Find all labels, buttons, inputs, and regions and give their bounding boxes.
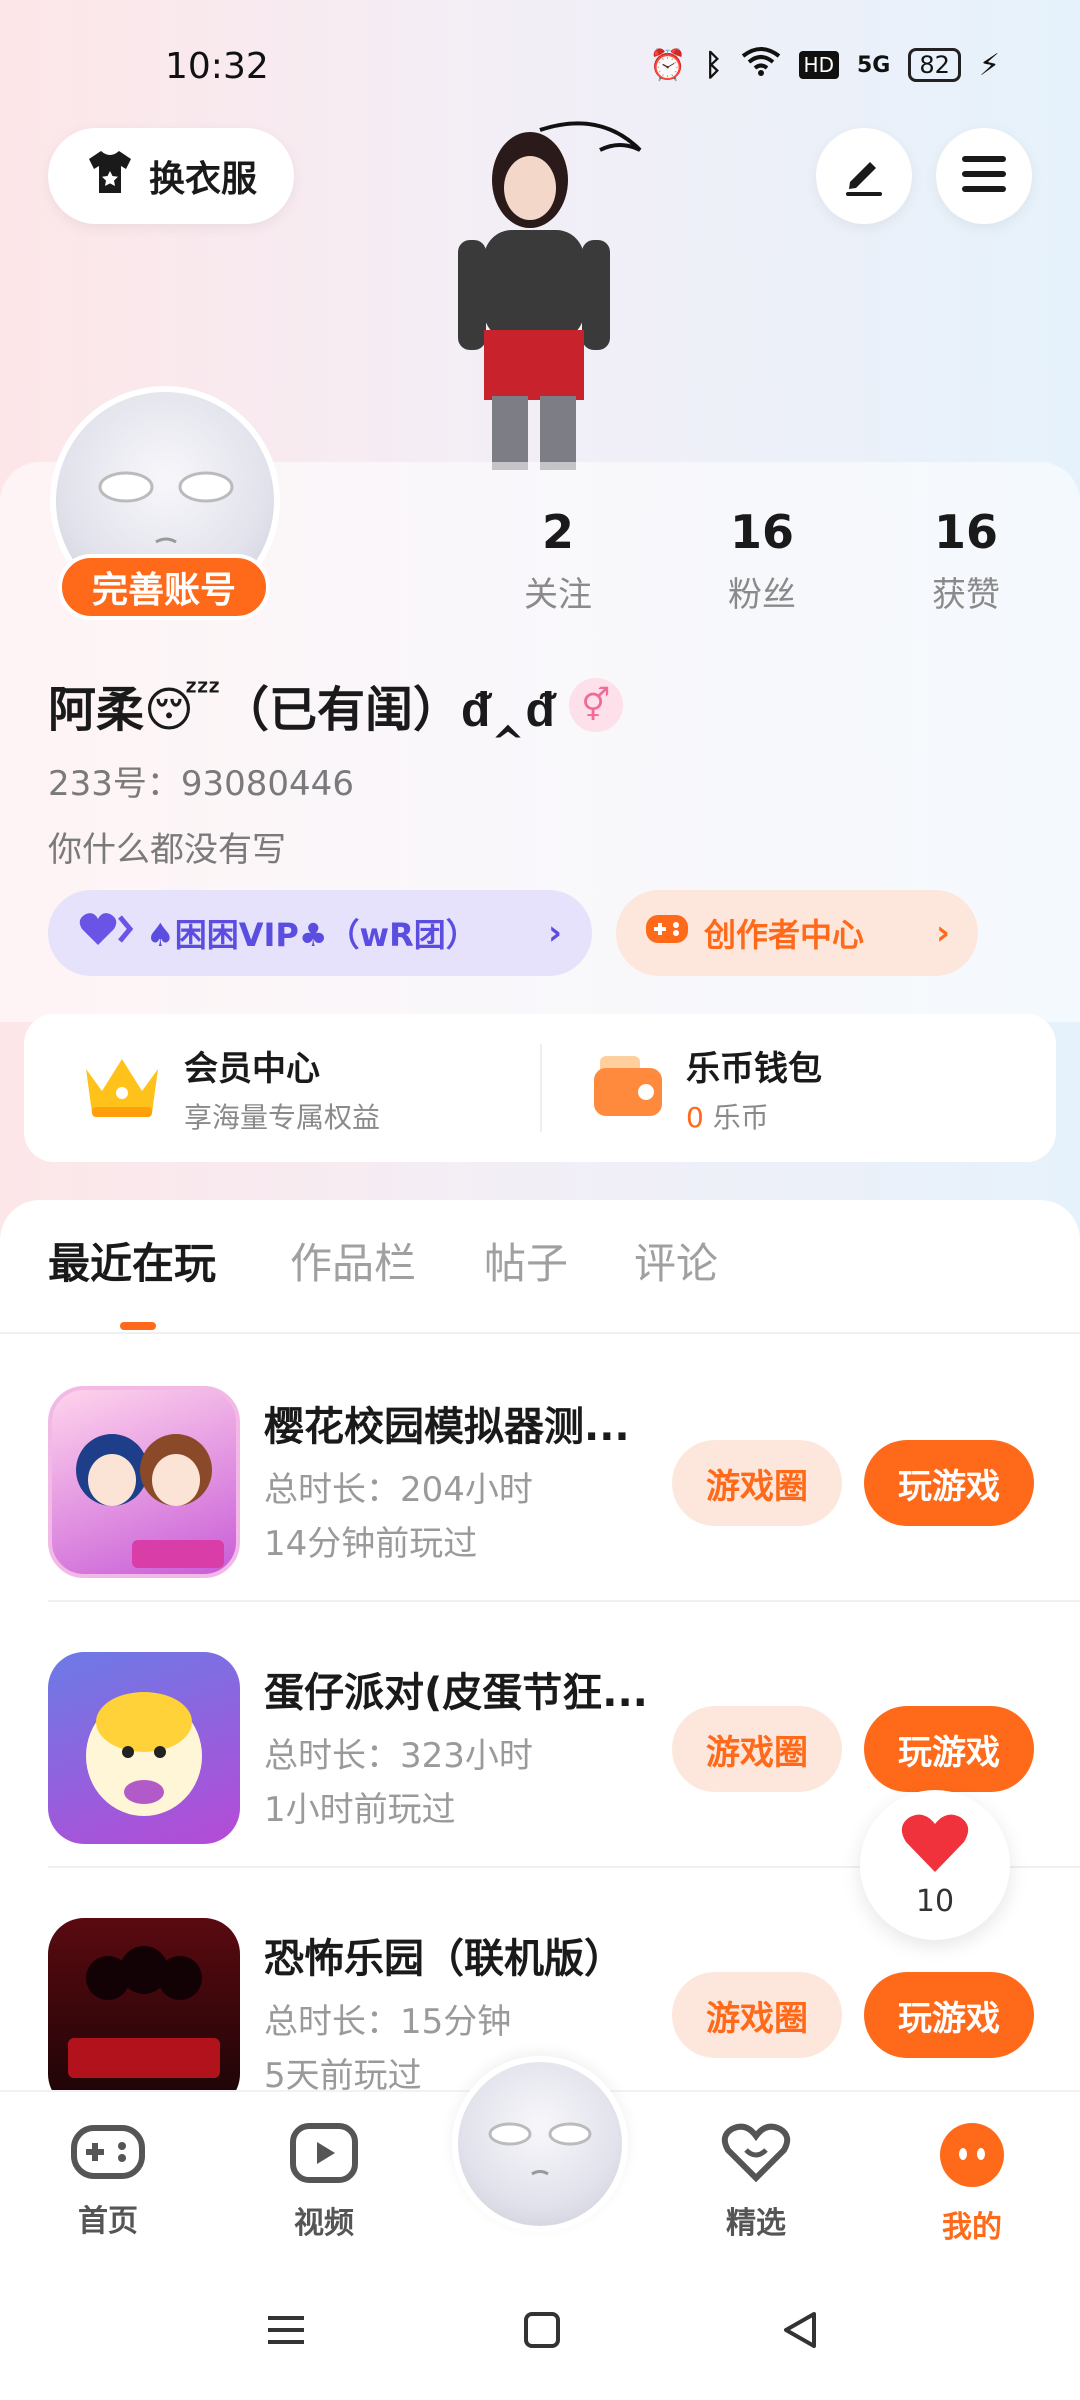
shirt-icon	[85, 149, 135, 204]
edit-profile-button[interactable]	[816, 128, 912, 224]
game-icon	[48, 1386, 240, 1578]
hamburger-icon	[960, 154, 1008, 198]
character-avatar-figure[interactable]	[400, 110, 700, 470]
like-floating-button[interactable]: 10	[860, 1790, 1010, 1940]
game-title: 蛋仔派对(皮蛋节狂...	[264, 1670, 648, 1716]
battery-icon: 82	[908, 48, 961, 82]
gamepad-icon	[70, 2125, 146, 2190]
game-title: 恐怖乐园（联机版）	[264, 1936, 624, 1982]
purple-heart-icon	[78, 909, 134, 957]
charging-icon: ⚡	[978, 47, 1000, 83]
vip-group-button[interactable]: ♠困困VIP♣（wR团） ›	[48, 890, 592, 976]
chevron-right-icon: ›	[547, 913, 562, 953]
wifi-icon	[741, 46, 781, 84]
center-avatar-button[interactable]	[452, 2056, 628, 2232]
nav-mine[interactable]: 我的	[902, 2122, 1042, 2246]
hd-icon: HD	[798, 51, 839, 79]
wardrobe-label: 换衣服	[148, 159, 257, 200]
stat-likes-count: 16	[933, 505, 998, 559]
like-count: 10	[915, 1883, 955, 1919]
back-icon[interactable]	[780, 2310, 820, 2354]
bluetooth-icon: ᛒ	[704, 47, 723, 83]
vip-center-title: 会员中心	[184, 1048, 320, 1089]
gamepad-icon	[644, 911, 690, 955]
wallet-balance: 0 乐币	[686, 1096, 822, 1136]
game-icon	[48, 1652, 240, 1844]
stat-following[interactable]: 2 关注	[478, 505, 638, 616]
wallet-title: 乐币钱包	[686, 1048, 822, 1089]
bio[interactable]: 你什么都没有写	[48, 822, 286, 871]
stat-likes-label: 获赞	[932, 575, 1000, 615]
profile-face-icon	[939, 2123, 1005, 2196]
signal-icon: 5G	[857, 52, 891, 78]
game-duration: 总时长：204小时	[264, 1470, 533, 1510]
list-item[interactable]: 樱花校园模拟器测... 总时长：204小时 14分钟前玩过 游戏圈 玩游戏	[48, 1336, 1080, 1602]
game-last-played: 14分钟前玩过	[264, 1524, 478, 1564]
vip-center-subtitle: 享海量专属权益	[184, 1100, 381, 1134]
nickname-text: 阿柔😴（已有闺）ᵭ‸ᵭ	[48, 682, 555, 738]
wardrobe-button[interactable]: 换衣服	[48, 128, 294, 224]
tab-posts[interactable]: 帖子	[484, 1230, 568, 1291]
wallet-icon	[590, 1052, 666, 1124]
game-circle-button[interactable]: 游戏圈	[672, 1706, 842, 1792]
tabs-divider	[0, 1332, 1080, 1334]
stat-followers[interactable]: 16 粉丝	[682, 505, 842, 616]
stat-following-count: 2	[541, 505, 574, 559]
nav-video[interactable]: 视频	[254, 2122, 394, 2242]
menu-button[interactable]	[936, 128, 1032, 224]
pen-icon	[840, 150, 888, 202]
user-id: 233号：93080446	[48, 764, 354, 804]
nav-home-label: 首页	[78, 2204, 138, 2239]
game-icon	[48, 1918, 240, 2110]
member-card: 会员中心 享海量专属权益 乐币钱包 0 乐币	[24, 1014, 1056, 1162]
vip-center-entry[interactable]: 会员中心 享海量专属权益	[80, 1014, 380, 1162]
wallet-amount: 0	[686, 1100, 704, 1134]
nav-mine-label: 我的	[942, 2210, 1002, 2245]
tab-recently-played[interactable]: 最近在玩	[48, 1230, 216, 1291]
game-circle-button[interactable]: 游戏圈	[672, 1440, 842, 1526]
nav-featured[interactable]: 精选	[686, 2122, 826, 2242]
creator-center-label: 创作者中心	[704, 916, 865, 954]
heart-icon	[900, 1812, 970, 1878]
tab-comments[interactable]: 评论	[634, 1230, 718, 1291]
crown-icon	[80, 1049, 164, 1127]
play-game-button[interactable]: 玩游戏	[864, 1440, 1034, 1526]
tab-works[interactable]: 作品栏	[290, 1230, 416, 1291]
nickname: 阿柔😴（已有闺）ᵭ‸ᵭ ⚥	[48, 670, 623, 740]
profile-tabs: 最近在玩 作品栏 帖子 评论	[0, 1230, 1080, 1330]
game-circle-button[interactable]: 游戏圈	[672, 1972, 842, 2058]
home-icon[interactable]	[522, 2310, 562, 2354]
wallet-unit: 乐币	[712, 1100, 769, 1134]
system-navigation-bar	[0, 2280, 1080, 2400]
gender-icon: ⚥	[568, 678, 623, 732]
creator-center-button[interactable]: 创作者中心 ›	[616, 890, 978, 976]
nav-featured-label: 精选	[726, 2206, 786, 2241]
game-title: 樱花校园模拟器测...	[264, 1404, 630, 1450]
video-icon	[289, 2123, 359, 2192]
vip-group-label: ♠困困VIP♣（wR团）	[146, 916, 478, 954]
stat-following-label: 关注	[524, 575, 592, 615]
game-duration: 总时长：15分钟	[264, 2002, 512, 2042]
stat-followers-count: 16	[729, 505, 794, 559]
nav-home[interactable]: 首页	[38, 2122, 178, 2240]
nav-video-label: 视频	[294, 2206, 354, 2241]
wallet-entry[interactable]: 乐币钱包 0 乐币	[590, 1014, 822, 1162]
heart-icon	[720, 2123, 792, 2192]
game-duration: 总时长：323小时	[264, 1736, 533, 1776]
alarm-icon: ⏰	[649, 47, 687, 83]
complete-account-button[interactable]: 完善账号	[58, 554, 270, 620]
stat-likes[interactable]: 16 获赞	[886, 505, 1046, 616]
chevron-right-icon: ›	[935, 913, 950, 953]
game-last-played: 1小时前玩过	[264, 1790, 456, 1830]
play-game-button[interactable]: 玩游戏	[864, 1972, 1034, 2058]
play-game-button[interactable]: 玩游戏	[864, 1706, 1034, 1792]
tab-indicator	[120, 1322, 156, 1330]
member-divider	[540, 1044, 542, 1132]
status-icons: ⏰ ᛒ HD 5G 82 ⚡	[649, 46, 1000, 84]
status-time: 10:32	[165, 46, 269, 87]
recent-apps-icon[interactable]	[266, 2310, 306, 2354]
stat-followers-label: 粉丝	[728, 575, 796, 615]
